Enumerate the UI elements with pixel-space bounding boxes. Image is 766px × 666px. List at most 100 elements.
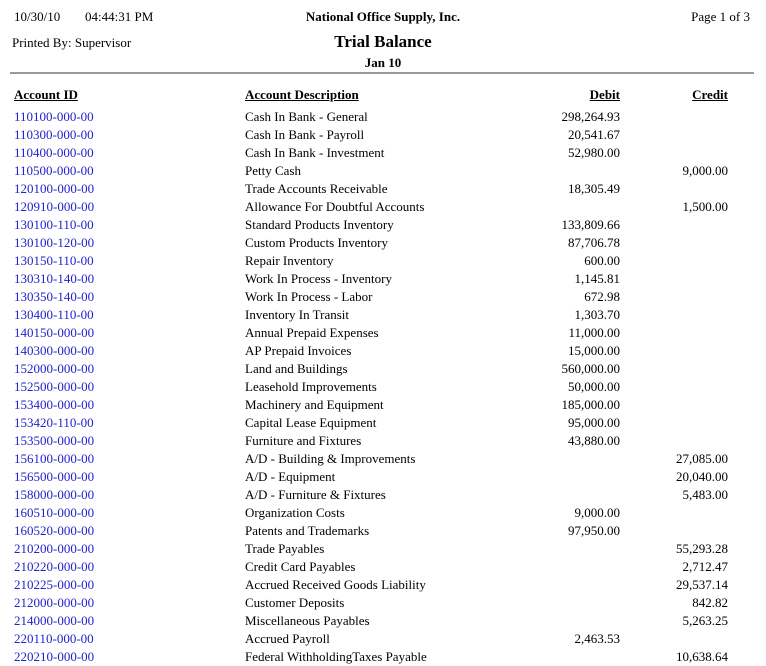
table-row: 130400-110-00Inventory In Transit1,303.7… [14, 306, 728, 324]
account-id-link[interactable]: 120910-000-00 [14, 198, 245, 216]
account-id-link[interactable]: 120100-000-00 [14, 180, 245, 198]
header-divider [10, 72, 754, 74]
credit-amount: 20,040.00 [620, 468, 728, 486]
account-description: Accrued Received Goods Liability [245, 576, 520, 594]
account-description: Federal WithholdingTaxes Payable [245, 648, 520, 666]
account-description: Annual Prepaid Expenses [245, 324, 520, 342]
account-id-link[interactable]: 130150-110-00 [14, 252, 245, 270]
account-id-link[interactable]: 110100-000-00 [14, 108, 245, 126]
account-id-link[interactable]: 156100-000-00 [14, 450, 245, 468]
account-id-link[interactable]: 152000-000-00 [14, 360, 245, 378]
account-id-link[interactable]: 220110-000-00 [14, 630, 245, 648]
account-id-link[interactable]: 160520-000-00 [14, 522, 245, 540]
account-id-link[interactable]: 210200-000-00 [14, 540, 245, 558]
account-description: Trade Accounts Receivable [245, 180, 520, 198]
credit-amount: 5,483.00 [620, 486, 728, 504]
table-row: 220210-000-00Federal WithholdingTaxes Pa… [14, 648, 728, 666]
account-id-link[interactable]: 130100-120-00 [14, 234, 245, 252]
account-id-link[interactable]: 130350-140-00 [14, 288, 245, 306]
account-id-link[interactable]: 158000-000-00 [14, 486, 245, 504]
account-description: Customer Deposits [245, 594, 520, 612]
account-description: Accrued Payroll [245, 630, 520, 648]
account-id-link[interactable]: 212000-000-00 [14, 594, 245, 612]
company-name: National Office Supply, Inc. [0, 9, 766, 25]
account-id-link[interactable]: 153420-110-00 [14, 414, 245, 432]
account-description: Credit Card Payables [245, 558, 520, 576]
table-row: 110100-000-00Cash In Bank - General298,2… [14, 108, 728, 126]
account-id-link[interactable]: 210220-000-00 [14, 558, 245, 576]
table-row: 152500-000-00Leasehold Improvements50,00… [14, 378, 728, 396]
debit-amount: 87,706.78 [520, 234, 620, 252]
table-row: 130100-120-00Custom Products Inventory87… [14, 234, 728, 252]
debit-amount: 20,541.67 [520, 126, 620, 144]
debit-amount: 95,000.00 [520, 414, 620, 432]
report-title: Trial Balance [0, 32, 766, 52]
account-id-link[interactable]: 160510-000-00 [14, 504, 245, 522]
column-header-description: Account Description [245, 86, 520, 104]
credit-amount: 5,263.25 [620, 612, 728, 630]
table-row: 210225-000-00Accrued Received Goods Liab… [14, 576, 728, 594]
table-row: 130150-110-00Repair Inventory600.00 [14, 252, 728, 270]
account-id-link[interactable]: 140300-000-00 [14, 342, 245, 360]
account-description: Capital Lease Equipment [245, 414, 520, 432]
debit-amount: 43,880.00 [520, 432, 620, 450]
report-page: 10/30/10 04:44:31 PM National Office Sup… [0, 0, 766, 665]
table-row: 110500-000-00Petty Cash9,000.00 [14, 162, 728, 180]
table-row: 140300-000-00AP Prepaid Invoices15,000.0… [14, 342, 728, 360]
debit-amount: 15,000.00 [520, 342, 620, 360]
table-row: 156500-000-00A/D - Equipment 20,040.00 [14, 468, 728, 486]
table-row: 140150-000-00Annual Prepaid Expenses11,0… [14, 324, 728, 342]
credit-amount: 842.82 [620, 594, 728, 612]
table-row: 160520-000-00Patents and Trademarks97,95… [14, 522, 728, 540]
credit-amount: 55,293.28 [620, 540, 728, 558]
column-header-credit: Credit [620, 86, 728, 104]
table-row: 110400-000-00Cash In Bank - Investment52… [14, 144, 728, 162]
account-id-link[interactable]: 214000-000-00 [14, 612, 245, 630]
account-description: Organization Costs [245, 504, 520, 522]
debit-amount: 9,000.00 [520, 504, 620, 522]
account-id-link[interactable]: 110300-000-00 [14, 126, 245, 144]
account-id-link[interactable]: 140150-000-00 [14, 324, 245, 342]
debit-amount: 1,303.70 [520, 306, 620, 324]
account-description: A/D - Equipment [245, 468, 520, 486]
debit-amount: 18,305.49 [520, 180, 620, 198]
account-id-link[interactable]: 153500-000-00 [14, 432, 245, 450]
account-description: Leasehold Improvements [245, 378, 520, 396]
table-row: 160510-000-00Organization Costs9,000.00 [14, 504, 728, 522]
credit-amount: 1,500.00 [620, 198, 728, 216]
debit-amount: 52,980.00 [520, 144, 620, 162]
account-description: Repair Inventory [245, 252, 520, 270]
table-row: 152000-000-00Land and Buildings560,000.0… [14, 360, 728, 378]
debit-amount: 298,264.93 [520, 108, 620, 126]
account-id-link[interactable]: 130310-140-00 [14, 270, 245, 288]
account-description: Cash In Bank - Investment [245, 144, 520, 162]
account-id-link[interactable]: 130100-110-00 [14, 216, 245, 234]
account-description: AP Prepaid Invoices [245, 342, 520, 360]
debit-amount: 185,000.00 [520, 396, 620, 414]
account-description: Furniture and Fixtures [245, 432, 520, 450]
table-body: 110100-000-00Cash In Bank - General298,2… [14, 108, 728, 666]
table-row: 210200-000-00Trade Payables55,293.28 [14, 540, 728, 558]
column-header-account-id: Account ID [14, 86, 245, 104]
account-id-link[interactable]: 110500-000-00 [14, 162, 245, 180]
table-header-row: Account ID Account Description Debit Cre… [14, 86, 728, 104]
table-row: 210220-000-00Credit Card Payables 2,712.4… [14, 558, 728, 576]
debit-amount: 1,145.81 [520, 270, 620, 288]
credit-amount: 2,712.47 [620, 558, 728, 576]
account-id-link[interactable]: 156500-000-00 [14, 468, 245, 486]
account-id-link[interactable]: 210225-000-00 [14, 576, 245, 594]
table-row: 130350-140-00Work In Process - Labor672.… [14, 288, 728, 306]
table-row: 214000-000-00Miscellaneous Payables5,263… [14, 612, 728, 630]
account-id-link[interactable]: 152500-000-00 [14, 378, 245, 396]
trial-balance-table: Account ID Account Description Debit Cre… [14, 86, 728, 666]
account-id-link[interactable]: 110400-000-00 [14, 144, 245, 162]
table-row: 156100-000-00A/D - Building & Improvemen… [14, 450, 728, 468]
account-id-link[interactable]: 130400-110-00 [14, 306, 245, 324]
debit-amount: 133,809.66 [520, 216, 620, 234]
account-id-link[interactable]: 153400-000-00 [14, 396, 245, 414]
report-period: Jan 10 [0, 55, 766, 71]
table-row: 153400-000-00Machinery and Equipment185,… [14, 396, 728, 414]
account-id-link[interactable]: 220210-000-00 [14, 648, 245, 666]
account-description: Cash In Bank - General [245, 108, 520, 126]
debit-amount: 672.98 [520, 288, 620, 306]
